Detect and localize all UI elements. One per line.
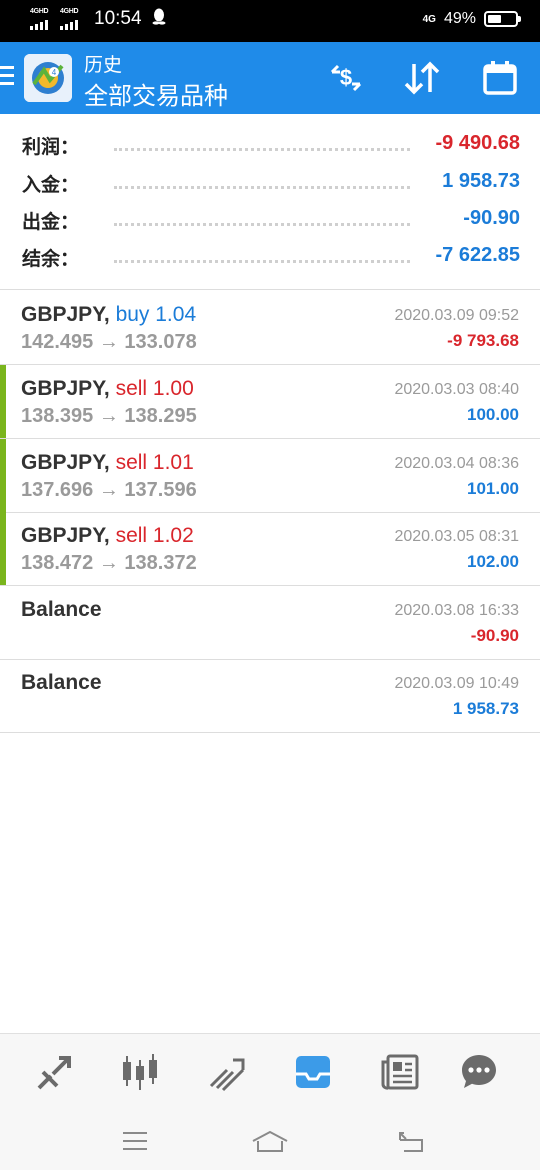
sell-marker	[0, 439, 6, 512]
trade-profit: -90.90	[470, 626, 519, 645]
chart-tab[interactable]	[118, 1050, 162, 1094]
deposit-label: 入金：	[22, 175, 80, 196]
menu-icon[interactable]	[0, 66, 14, 88]
trade-prices: 138.472 → 138.372	[21, 552, 197, 574]
currency-exchange-icon[interactable]: $	[324, 56, 368, 100]
dotted-leader	[114, 148, 410, 151]
trade-profit: 100.00	[467, 405, 519, 424]
sell-marker	[0, 365, 6, 438]
network-label: 4G	[422, 13, 436, 25]
status-bar: 4GHD 4GHD 10:54 4G 49%	[0, 0, 540, 42]
trade-date: 2020.03.05 08:31	[394, 528, 519, 545]
trade-symbol: GBPJPY,	[21, 377, 110, 400]
signal-label: 4GHD	[60, 8, 79, 15]
trade-symbol: GBPJPY,	[21, 451, 110, 474]
battery-percent: 49%	[443, 10, 476, 27]
history-summary: 利润： -9 490.68 入金： 1 958.73 出金： -90.90 结余…	[0, 114, 540, 290]
signal-icon: 4GHD	[60, 8, 84, 30]
app-logo[interactable]: 4	[24, 54, 72, 102]
history-row[interactable]: GBPJPY, buy 1.04 142.495 → 133.078 2020.…	[0, 291, 540, 365]
summary-row-deposit: 入金： 1 958.73	[22, 170, 520, 200]
history-row[interactable]: Balance 2020.03.09 10:49 1 958.73	[0, 659, 540, 733]
page-title: 历史	[84, 55, 123, 76]
deposit-value: 1 958.73	[442, 170, 520, 192]
balance-value: -7 622.85	[435, 244, 520, 266]
battery-icon	[484, 11, 521, 27]
profit-label: 利润：	[22, 137, 80, 158]
history-row[interactable]: Balance 2020.03.08 16:33 -90.90	[0, 586, 540, 660]
dotted-leader	[114, 186, 410, 189]
symbol-filter[interactable]: 全部交易品种	[84, 76, 228, 111]
chat-icon	[462, 1055, 496, 1088]
clock: 10:54	[94, 8, 142, 29]
trade-side: buy 1.04	[115, 303, 197, 326]
calendar-icon[interactable]	[478, 56, 522, 100]
app-bar: 4 历史 全部交易品种 $	[0, 42, 540, 114]
quotes-tab[interactable]	[33, 1050, 77, 1094]
inbox-icon	[296, 1056, 330, 1088]
balance-label: 结余：	[22, 249, 80, 270]
sell-marker	[0, 512, 6, 585]
trade-profit: 1 958.73	[452, 699, 519, 718]
signal-label: 4GHD	[30, 8, 49, 15]
trade-side: sell 1.00	[115, 377, 194, 400]
trade-date: 2020.03.09 09:52	[394, 307, 519, 324]
trade-tab[interactable]	[205, 1050, 249, 1094]
history-row[interactable]: GBPJPY, sell 1.02 138.472 → 138.372 2020…	[0, 512, 540, 586]
history-row[interactable]: GBPJPY, sell 1.01 137.696 → 137.596 2020…	[0, 439, 540, 513]
trade-symbol: Balance	[21, 671, 102, 694]
svg-text:$: $	[340, 65, 352, 90]
chat-tab[interactable]	[457, 1050, 501, 1094]
summary-row-withdrawal: 出金： -90.90	[22, 207, 520, 237]
trade-symbol: GBPJPY,	[21, 303, 110, 326]
sort-icon[interactable]	[400, 56, 444, 100]
profit-value: -9 490.68	[435, 132, 520, 154]
menu-key[interactable]	[115, 1124, 155, 1158]
history-row[interactable]: GBPJPY, sell 1.00 138.395 → 138.295 2020…	[0, 365, 540, 439]
trade-date: 2020.03.04 08:36	[394, 455, 519, 472]
trade-prices: 142.495 → 133.078	[21, 331, 197, 353]
quotes-icon	[37, 1056, 71, 1090]
trade-profit: -9 793.68	[447, 331, 519, 350]
trade-profit: 101.00	[467, 479, 519, 498]
trade-side: sell 1.01	[115, 451, 194, 474]
trade-profit: 102.00	[467, 552, 519, 571]
summary-row-balance: 结余： -7 622.85	[22, 244, 520, 274]
withdrawal-value: -90.90	[463, 207, 520, 229]
trend-icon	[209, 1058, 245, 1092]
trade-prices: 138.395 → 138.295	[21, 405, 197, 427]
newspaper-icon	[381, 1054, 419, 1090]
trade-symbol: Balance	[21, 598, 102, 621]
bottom-tab-bar	[0, 1033, 540, 1170]
trade-side: sell 1.02	[115, 524, 194, 547]
news-tab[interactable]	[378, 1050, 422, 1094]
dotted-leader	[114, 223, 410, 226]
trade-symbol: GBPJPY,	[21, 524, 110, 547]
trade-date: 2020.03.08 16:33	[394, 602, 519, 619]
summary-row-profit: 利润： -9 490.68	[22, 132, 520, 162]
withdrawal-label: 出金：	[22, 212, 80, 233]
signal-icon: 4GHD	[30, 8, 54, 30]
trade-date: 2020.03.03 08:40	[394, 381, 519, 398]
history-tab[interactable]	[291, 1050, 335, 1094]
home-key[interactable]	[250, 1124, 290, 1158]
trade-date: 2020.03.09 10:49	[394, 675, 519, 692]
back-key[interactable]	[391, 1124, 431, 1158]
svg-text:4: 4	[52, 68, 57, 77]
qq-icon	[152, 8, 166, 30]
dotted-leader	[114, 260, 410, 263]
trade-prices: 137.696 → 137.596	[21, 479, 197, 501]
candlestick-icon	[123, 1054, 157, 1090]
